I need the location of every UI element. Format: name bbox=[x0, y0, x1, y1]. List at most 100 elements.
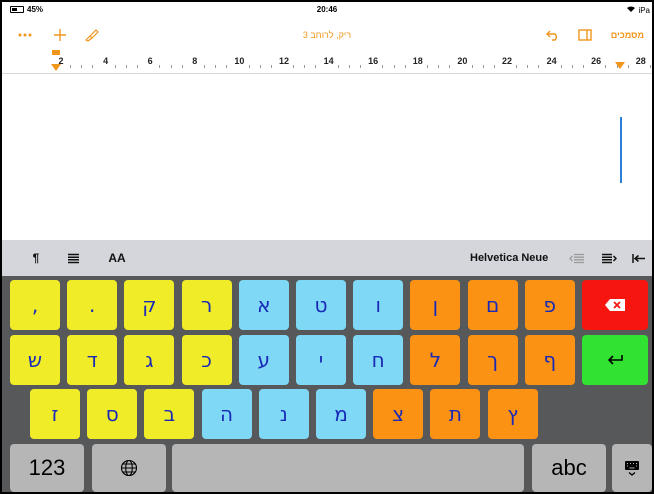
indent-marker-icon bbox=[615, 62, 625, 69]
letter-key[interactable]: נ bbox=[258, 389, 309, 439]
letter-key[interactable]: ה bbox=[201, 389, 252, 439]
ruler-number: 20 bbox=[457, 56, 468, 66]
ruler-tick bbox=[516, 65, 518, 68]
increase-indent-button[interactable] bbox=[600, 240, 618, 276]
ruler-tick bbox=[404, 65, 406, 68]
backspace-icon bbox=[605, 299, 625, 311]
letter-key[interactable]: ש bbox=[10, 335, 60, 385]
ruler-tick bbox=[293, 65, 295, 68]
ruler-tick bbox=[649, 65, 651, 68]
letter-key[interactable]: ע bbox=[238, 335, 289, 385]
indent-marker-icon bbox=[51, 50, 61, 71]
hebrew-keyboard: ,.קראטוןםפ שדגכעיחלךף זסבהנמצתץ 123 abc bbox=[2, 276, 652, 492]
letter-key[interactable]: ן bbox=[410, 280, 461, 330]
ruler-tick bbox=[360, 65, 362, 68]
list-icon bbox=[67, 253, 79, 263]
ruler-tick bbox=[81, 65, 83, 68]
ruler-tick bbox=[538, 65, 540, 68]
globe-icon bbox=[120, 459, 138, 477]
letter-key[interactable]: ו bbox=[353, 280, 404, 330]
keyboard-dismiss-icon bbox=[625, 461, 639, 476]
abc-key[interactable]: abc bbox=[532, 444, 606, 492]
ruler-tick bbox=[248, 65, 250, 68]
ruler-tick bbox=[304, 65, 306, 68]
ruler[interactable]: 2 4 6 8 10 12 14 16 18 20 22 24 26 28 bbox=[2, 50, 652, 74]
letter-key[interactable]: א bbox=[238, 280, 289, 330]
ruler-tick bbox=[449, 65, 451, 68]
ruler-tick bbox=[337, 65, 339, 68]
decrease-indent-button[interactable] bbox=[568, 240, 586, 276]
letter-key[interactable]: י bbox=[296, 335, 346, 385]
letter-key[interactable]: ת bbox=[430, 389, 481, 439]
letter-key[interactable]: ל bbox=[410, 335, 461, 385]
text-cursor bbox=[620, 117, 622, 183]
letter-key[interactable]: ם bbox=[467, 280, 518, 330]
ruler-tick bbox=[393, 65, 395, 68]
ruler-tick bbox=[125, 65, 127, 68]
letter-key[interactable]: פ bbox=[524, 280, 575, 330]
ruler-number: 12 bbox=[278, 56, 290, 66]
hide-keyboard-key[interactable] bbox=[612, 444, 652, 492]
format-bar: ¶ AA Helvetica Neue bbox=[2, 240, 652, 276]
ruler-number: 16 bbox=[368, 56, 379, 66]
left-indent-marker[interactable] bbox=[50, 50, 62, 77]
ruler-tick bbox=[438, 65, 440, 68]
paragraph-button[interactable]: ¶ bbox=[28, 240, 44, 276]
font-picker[interactable]: Helvetica Neue bbox=[470, 240, 548, 276]
ruler-number: 6 bbox=[147, 56, 153, 66]
numbers-key-label: 123 bbox=[28, 455, 66, 480]
wifi-icon bbox=[626, 6, 638, 15]
ruler-tick bbox=[259, 65, 261, 68]
pilcrow-icon: ¶ bbox=[32, 251, 40, 265]
return-icon bbox=[607, 355, 623, 365]
letter-key[interactable]: ץ bbox=[487, 389, 538, 439]
right-indent-marker[interactable] bbox=[614, 56, 626, 75]
space-key[interactable] bbox=[172, 444, 524, 492]
page-layout-icon bbox=[578, 29, 592, 41]
outdent-icon bbox=[569, 253, 584, 263]
ruler-number: 4 bbox=[103, 56, 109, 66]
ruler-tick bbox=[203, 65, 205, 68]
ruler-tick bbox=[159, 65, 161, 68]
tab-button[interactable] bbox=[630, 240, 648, 276]
letter-key[interactable]: ט bbox=[296, 280, 346, 330]
carrier: iPa bbox=[626, 5, 650, 15]
indent-icon bbox=[602, 253, 617, 263]
letter-key[interactable]: ז bbox=[30, 389, 80, 439]
letter-key[interactable]: . bbox=[67, 280, 118, 330]
list-button[interactable] bbox=[64, 240, 82, 276]
letter-key[interactable]: צ bbox=[373, 389, 424, 439]
letter-key[interactable]: ר bbox=[181, 280, 232, 330]
ruler-tick bbox=[426, 65, 428, 68]
letter-key[interactable]: ך bbox=[467, 335, 518, 385]
ruler-tick bbox=[583, 65, 585, 68]
tab-icon bbox=[632, 253, 645, 263]
letter-key[interactable]: ק bbox=[124, 280, 175, 330]
globe-key[interactable] bbox=[92, 444, 166, 492]
letter-key[interactable]: ף bbox=[524, 335, 575, 385]
ruler-number: 24 bbox=[546, 56, 557, 66]
letter-key[interactable]: ח bbox=[353, 335, 404, 385]
ruler-number: 26 bbox=[591, 56, 602, 66]
app-toolbar: ריק, לרוחב 3 מסמכים bbox=[2, 24, 652, 46]
letter-key[interactable]: ס bbox=[87, 389, 138, 439]
letter-key[interactable]: כ bbox=[181, 335, 232, 385]
text-size-button[interactable]: AA bbox=[104, 240, 130, 276]
numbers-key[interactable]: 123 bbox=[10, 444, 84, 492]
undo-button[interactable] bbox=[542, 24, 564, 46]
ruler-tick bbox=[270, 65, 272, 68]
letter-key[interactable]: מ bbox=[316, 389, 366, 439]
return-key[interactable] bbox=[582, 335, 648, 385]
ruler-tick bbox=[627, 65, 629, 68]
letter-key[interactable]: ד bbox=[67, 335, 118, 385]
page-view-button[interactable] bbox=[574, 24, 596, 46]
letter-key[interactable]: ג bbox=[124, 335, 175, 385]
documents-button[interactable]: מסמכים bbox=[611, 24, 644, 46]
clock: 20:46 bbox=[316, 5, 338, 14]
letter-key[interactable]: ב bbox=[144, 389, 195, 439]
ruler-tick bbox=[560, 65, 562, 68]
backspace-key[interactable] bbox=[582, 280, 648, 330]
document-canvas[interactable] bbox=[2, 75, 652, 240]
ruler-tick bbox=[471, 65, 473, 68]
letter-key[interactable]: , bbox=[10, 280, 60, 330]
